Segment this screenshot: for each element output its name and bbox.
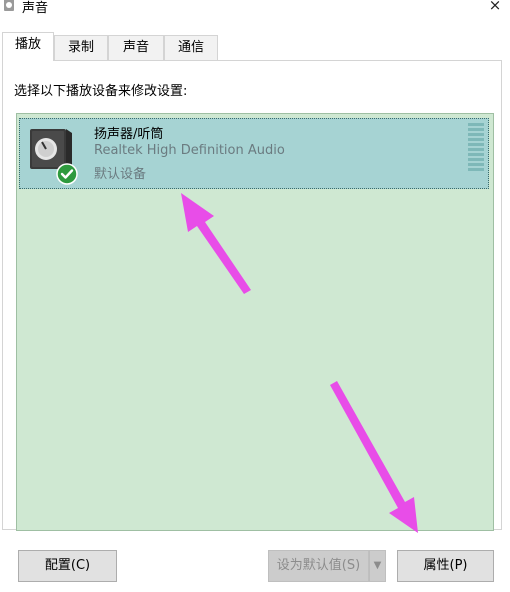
tab-strip: 播放 录制 声音 通信 bbox=[2, 32, 502, 61]
device-name: 扬声器/听筒 bbox=[94, 127, 164, 142]
level-bar bbox=[468, 138, 484, 141]
tab-sounds[interactable]: 声音 bbox=[108, 35, 164, 60]
level-bar bbox=[468, 153, 484, 156]
tab-recording[interactable]: 录制 bbox=[54, 35, 108, 60]
volume-level-meter bbox=[468, 123, 484, 171]
device-status: 默认设备 bbox=[94, 167, 147, 182]
device-item-speakers[interactable]: 扬声器/听筒 Realtek High Definition Audio 默认设… bbox=[19, 118, 489, 189]
instruction-text: 选择以下播放设备来修改设置: bbox=[14, 84, 188, 99]
properties-button[interactable]: 属性(P) bbox=[397, 550, 494, 582]
level-bar bbox=[468, 128, 484, 131]
window-title: 声音 bbox=[22, 1, 49, 16]
set-default-dropdown[interactable]: ▼ bbox=[369, 550, 386, 582]
level-bar bbox=[468, 123, 484, 126]
set-default-button[interactable]: 设为默认值(S) bbox=[268, 550, 369, 582]
checkmark-icon bbox=[56, 163, 78, 185]
level-bar bbox=[468, 158, 484, 161]
sound-dialog: 声音 × 播放 录制 声音 通信 选择以下播放设备来修改设置: 扬声器/听筒 R… bbox=[0, 0, 510, 592]
device-description: Realtek High Definition Audio bbox=[94, 143, 285, 158]
device-list[interactable]: 扬声器/听筒 Realtek High Definition Audio 默认设… bbox=[16, 113, 494, 531]
close-button[interactable]: × bbox=[486, 0, 504, 14]
configure-button[interactable]: 配置(C) bbox=[18, 550, 117, 582]
level-bar bbox=[468, 168, 484, 171]
level-bar bbox=[468, 148, 484, 151]
level-bar bbox=[468, 133, 484, 136]
tab-communications[interactable]: 通信 bbox=[164, 35, 218, 60]
chevron-down-icon: ▼ bbox=[373, 560, 382, 571]
tab-playback[interactable]: 播放 bbox=[2, 32, 54, 61]
level-bar bbox=[468, 163, 484, 166]
title-bar: 声音 × bbox=[0, 0, 510, 18]
level-bar bbox=[468, 143, 484, 146]
speaker-icon bbox=[4, 0, 14, 11]
